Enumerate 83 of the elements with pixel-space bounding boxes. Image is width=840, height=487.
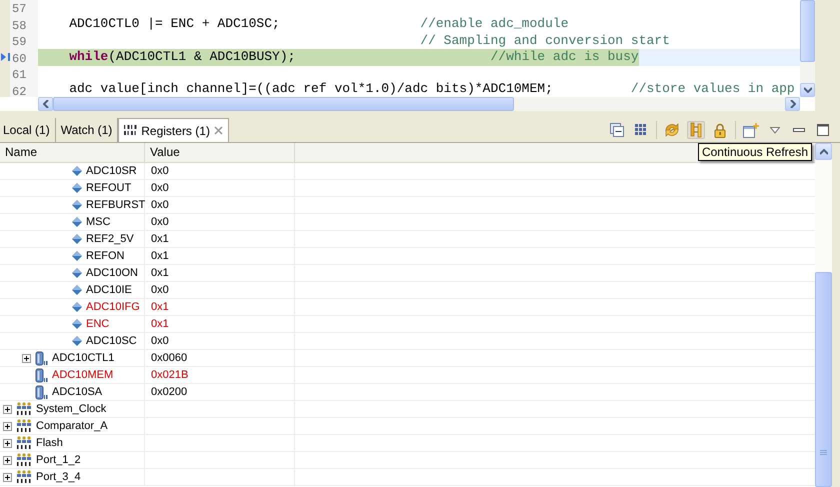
diamond-icon: [72, 166, 82, 176]
register-name[interactable]: ADC10SR: [86, 165, 137, 177]
horizontal-scrollbar[interactable]: [38, 97, 800, 111]
register-name[interactable]: ADC10CTL1: [52, 352, 114, 364]
database-icon: [35, 384, 48, 400]
expand-icon[interactable]: [3, 472, 12, 482]
grip-icon[interactable]: [820, 450, 827, 456]
register-name[interactable]: REFBURST: [86, 199, 146, 211]
register-name[interactable]: System_Clock: [36, 403, 106, 415]
code-line: adc value[inch channel]=((adc ref vol*1.0)/adc bits)*ADC10MEM; //store values in app: [68, 80, 795, 97]
register-name[interactable]: Port_3_4: [36, 471, 81, 483]
tooltip: Continuous Refresh: [698, 143, 812, 161]
register-value: 0x0: [151, 216, 169, 228]
diamond-icon: [72, 285, 82, 295]
view-tab[interactable]: Registers (1): [118, 118, 229, 142]
register-value: 0x0: [151, 199, 169, 211]
register-name[interactable]: ADC10MEM: [52, 369, 114, 381]
expand-icon[interactable]: [3, 404, 12, 414]
diamond-icon: [72, 200, 82, 210]
close-icon[interactable]: [214, 126, 223, 135]
register-name[interactable]: REFON: [86, 250, 124, 262]
register-group-icon: [16, 470, 32, 484]
vertical-scrollbar[interactable]: [815, 143, 832, 487]
diamond-icon: [72, 217, 82, 227]
new-window-icon[interactable]: [742, 121, 760, 139]
register-name[interactable]: REFOUT: [86, 182, 132, 194]
register-value: 0x021B: [151, 369, 188, 381]
binary-icon: [124, 125, 138, 136]
code-line: ADC10CTL0 |= ENC + ADC10SC; //enable adc_module: [68, 16, 568, 32]
register-name[interactable]: ADC10ON: [86, 267, 138, 279]
database-icon: [35, 350, 48, 366]
register-name[interactable]: REF2_5V: [86, 233, 134, 245]
register-value: 0x0: [151, 165, 169, 177]
refresh-icon[interactable]: [663, 121, 681, 139]
register-value: 0x1: [151, 318, 169, 330]
register-value: 0x0: [151, 335, 169, 347]
register-group-icon: [16, 436, 32, 450]
line-number: 59: [11, 34, 28, 50]
register-value: 0x0: [151, 284, 169, 296]
database-icon: [35, 368, 48, 382]
register-value: 0x0060: [151, 352, 188, 364]
code-editor[interactable]: [0, 0, 815, 111]
register-name[interactable]: Port_1_2: [36, 454, 81, 466]
register-name[interactable]: ADC10SA: [52, 386, 102, 398]
register-group-icon: [16, 453, 32, 467]
register-value: 0x1: [151, 267, 169, 279]
register-group-icon: [16, 402, 32, 416]
diamond-icon: [72, 234, 82, 244]
code-line: // Sampling and conversion start: [419, 32, 670, 49]
diamond-icon: [72, 336, 82, 346]
expand-icon[interactable]: [3, 456, 12, 464]
diamond-icon: [72, 183, 82, 193]
expand-icon[interactable]: [3, 422, 12, 430]
register-name[interactable]: MSC: [86, 216, 110, 228]
expand-icon[interactable]: [22, 354, 31, 362]
register-value: 0x0: [151, 182, 169, 194]
column-header[interactable]: Value: [145, 143, 295, 162]
column-header[interactable]: Name: [0, 143, 145, 162]
register-group-icon: [16, 419, 32, 433]
register-name[interactable]: ADC10IE: [86, 284, 132, 296]
diamond-icon: [72, 268, 82, 278]
line-number: 60: [11, 50, 28, 67]
diamond-icon: [72, 302, 82, 312]
register-value: 0x1: [151, 233, 169, 245]
line-number: 61: [11, 67, 28, 84]
line-number: 57: [11, 1, 28, 18]
view-tab[interactable]: Local (1): [0, 118, 56, 142]
diamond-icon: [72, 251, 82, 261]
vertical-scrollbar[interactable]: [800, 0, 815, 97]
line-number: 62: [11, 84, 28, 97]
register-name[interactable]: ENC: [86, 318, 110, 330]
register-value: 0x0200: [151, 386, 188, 398]
register-name[interactable]: ADC10IFG: [86, 301, 140, 313]
diamond-icon: [72, 319, 82, 329]
register-name[interactable]: ADC10SC: [86, 335, 137, 347]
expand-icon[interactable]: [3, 438, 12, 448]
line-number: 58: [11, 18, 28, 34]
register-value: 0x1: [151, 250, 169, 262]
register-name[interactable]: Comparator_A: [36, 420, 108, 432]
maximize-icon[interactable]: [814, 121, 832, 139]
register-value: 0x1: [151, 301, 169, 313]
collapse-all-icon[interactable]: [608, 121, 626, 139]
register-name[interactable]: Flash: [36, 437, 63, 449]
